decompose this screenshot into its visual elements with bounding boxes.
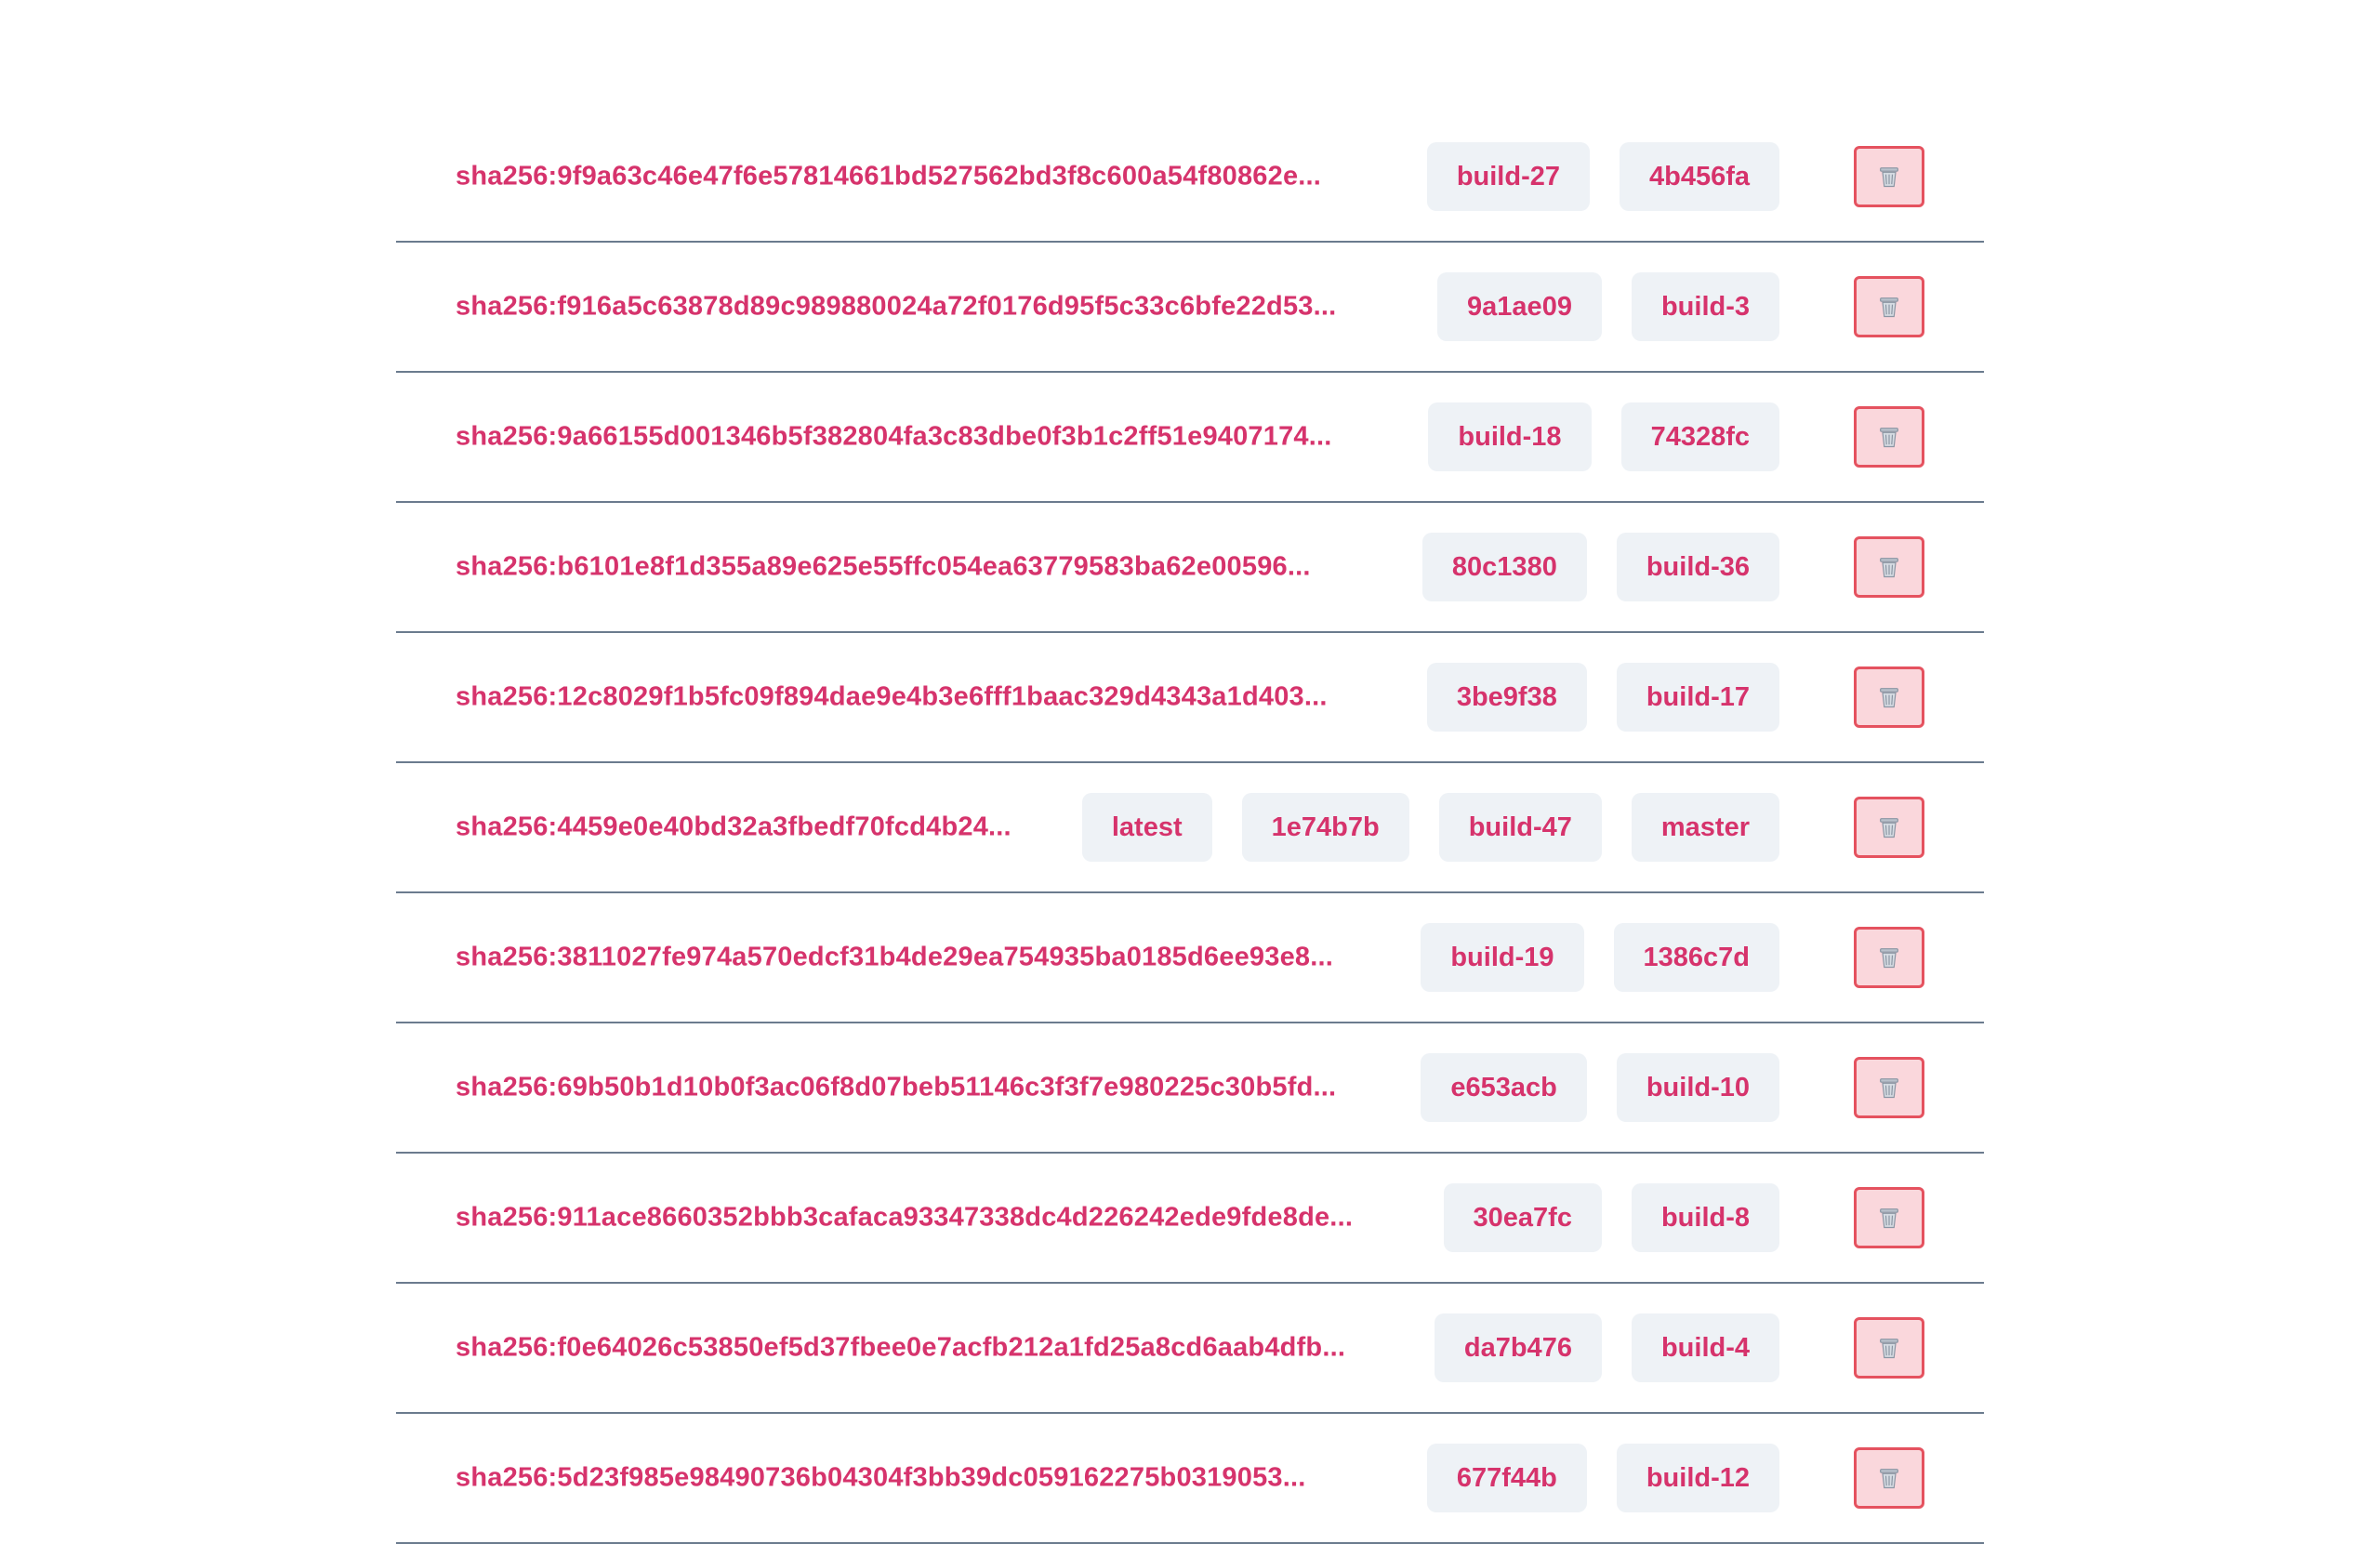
tag-badge[interactable]: build-4 — [1631, 1313, 1779, 1382]
trash-icon — [1880, 1078, 1898, 1099]
image-digest[interactable]: sha256:b6101e8f1d355a89e625e55ffc054ea63… — [456, 552, 1311, 583]
delete-button[interactable] — [1854, 276, 1924, 337]
delete-button[interactable] — [1854, 1187, 1924, 1248]
trash-icon — [1880, 818, 1898, 838]
tag-list: 3be9f38 build-17 — [1426, 663, 1779, 732]
image-digest[interactable]: sha256:69b50b1d10b0f3ac06f8d07beb51146c3… — [456, 1073, 1336, 1103]
delete-button[interactable] — [1854, 927, 1924, 988]
image-digest[interactable]: sha256:12c8029f1b5fc09f894dae9e4b3e6fff1… — [456, 682, 1328, 713]
image-row: sha256:4459e0e40bd32a3fbedf70fcd4b24... l… — [396, 763, 1984, 893]
tag-list: 80c1380 build-36 — [1421, 533, 1779, 601]
trash-icon — [1880, 297, 1898, 318]
image-digest[interactable]: sha256:5d23f985e98490736b04304f3bb39dc05… — [456, 1463, 1306, 1494]
tag-list: build-18 74328fc — [1428, 402, 1779, 471]
tag-badge[interactable]: 74328fc — [1620, 402, 1779, 471]
image-row: sha256:9f9a63c46e47f6e57814661bd527562bd… — [396, 112, 1984, 243]
image-digest[interactable]: sha256:f0e64026c53850ef5d37fbee0e7acfb21… — [456, 1333, 1345, 1364]
tag-badge[interactable]: master — [1631, 793, 1779, 862]
image-digest[interactable]: sha256:4459e0e40bd32a3fbedf70fcd4b24... — [456, 812, 1012, 843]
tag-badge[interactable]: 30ea7fc — [1443, 1183, 1602, 1252]
image-row: sha256:69b50b1d10b0f3ac06f8d07beb51146c3… — [396, 1023, 1984, 1154]
image-digest[interactable]: sha256:9a66155d001346b5f382804fa3c83dbe0… — [456, 422, 1332, 453]
tag-badge[interactable]: 677f44b — [1426, 1444, 1587, 1512]
trash-icon — [1880, 167, 1898, 188]
tag-badge[interactable]: build-27 — [1426, 142, 1590, 211]
tag-list: 677f44b build-12 — [1426, 1444, 1779, 1512]
image-row: sha256:5d23f985e98490736b04304f3bb39dc05… — [396, 1414, 1984, 1544]
image-row: sha256:f0e64026c53850ef5d37fbee0e7acfb21… — [396, 1284, 1984, 1414]
delete-button[interactable] — [1854, 536, 1924, 598]
image-digest[interactable]: sha256:f916a5c63878d89c989880024a72f0176… — [456, 292, 1336, 323]
tag-list: da7b476 build-4 — [1434, 1313, 1779, 1382]
trash-icon — [1880, 1339, 1898, 1359]
tag-list: build-19 1386c7d — [1421, 923, 1779, 992]
image-row: sha256:3811027fe974a570edcf31b4de29ea754… — [396, 893, 1984, 1023]
image-row: sha256:9a66155d001346b5f382804fa3c83dbe0… — [396, 373, 1984, 503]
image-digest[interactable]: sha256:3811027fe974a570edcf31b4de29ea754… — [456, 943, 1333, 973]
tag-badge[interactable]: 1386c7d — [1613, 923, 1779, 992]
tag-list: latest 1e74b7b build-47 master — [1081, 793, 1779, 862]
tag-badge[interactable]: da7b476 — [1434, 1313, 1602, 1382]
trash-icon — [1880, 428, 1898, 448]
tag-badge[interactable]: build-18 — [1428, 402, 1592, 471]
tag-badge[interactable]: build-47 — [1438, 793, 1602, 862]
trash-icon — [1880, 948, 1898, 969]
image-digest[interactable]: sha256:911ace8660352bbb3cafaca93347338dc… — [456, 1203, 1353, 1234]
tag-list: e653acb build-10 — [1421, 1053, 1779, 1122]
tag-badge[interactable]: 9a1ae09 — [1437, 272, 1602, 341]
delete-button[interactable] — [1854, 666, 1924, 728]
image-row: sha256:b6101e8f1d355a89e625e55ffc054ea63… — [396, 503, 1984, 633]
image-digest[interactable]: sha256:9f9a63c46e47f6e57814661bd527562bd… — [456, 162, 1321, 192]
image-row: sha256:12c8029f1b5fc09f894dae9e4b3e6fff1… — [396, 633, 1984, 763]
delete-button[interactable] — [1854, 1317, 1924, 1379]
image-row: sha256:911ace8660352bbb3cafaca93347338dc… — [396, 1154, 1984, 1284]
tag-badge[interactable]: build-8 — [1631, 1183, 1779, 1252]
image-row: sha256:f916a5c63878d89c989880024a72f0176… — [396, 243, 1984, 373]
delete-button[interactable] — [1854, 1057, 1924, 1118]
image-list: sha256:9f9a63c46e47f6e57814661bd527562bd… — [396, 112, 1984, 1544]
delete-button[interactable] — [1854, 146, 1924, 207]
tag-badge[interactable]: 80c1380 — [1421, 533, 1587, 601]
tag-badge[interactable]: 4b456fa — [1619, 142, 1779, 211]
tag-badge[interactable]: latest — [1081, 793, 1212, 862]
delete-button[interactable] — [1854, 406, 1924, 468]
tag-badge[interactable]: e653acb — [1421, 1053, 1587, 1122]
delete-button[interactable] — [1854, 1447, 1924, 1509]
tag-list: 9a1ae09 build-3 — [1437, 272, 1779, 341]
trash-icon — [1880, 1208, 1898, 1229]
tag-badge[interactable]: 3be9f38 — [1426, 663, 1587, 732]
tag-list: 30ea7fc build-8 — [1443, 1183, 1779, 1252]
tag-list: build-27 4b456fa — [1426, 142, 1779, 211]
delete-button[interactable] — [1854, 797, 1924, 858]
tag-badge[interactable]: build-12 — [1616, 1444, 1779, 1512]
tag-badge[interactable]: build-3 — [1631, 272, 1779, 341]
trash-icon — [1880, 688, 1898, 708]
tag-badge[interactable]: 1e74b7b — [1241, 793, 1409, 862]
tag-badge[interactable]: build-17 — [1616, 663, 1779, 732]
tag-badge[interactable]: build-19 — [1421, 923, 1584, 992]
tag-badge[interactable]: build-10 — [1616, 1053, 1779, 1122]
tag-badge[interactable]: build-36 — [1616, 533, 1779, 601]
trash-icon — [1880, 558, 1898, 578]
